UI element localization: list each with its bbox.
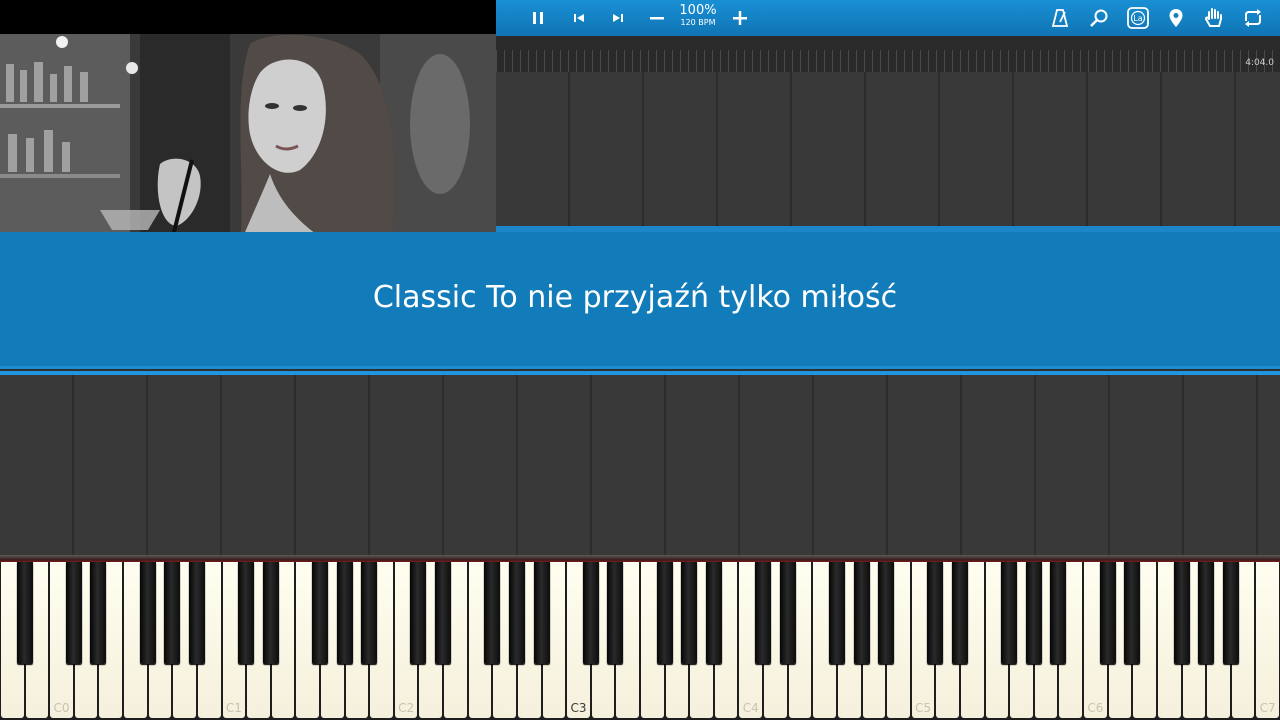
minus-icon	[650, 17, 664, 20]
black-key[interactable]	[188, 562, 205, 664]
lyric-text: Classic To nie przyjaźń tylko miłość	[372, 280, 898, 315]
black-key[interactable]	[1124, 562, 1141, 664]
speed-increase-button[interactable]	[725, 3, 755, 33]
octave-label: C6	[1087, 701, 1104, 715]
loop-icon	[1245, 9, 1261, 27]
black-key[interactable]	[16, 562, 33, 664]
white-key[interactable]: C7	[1256, 562, 1279, 718]
keyboard-top-felt	[0, 555, 1280, 562]
black-key[interactable]	[65, 562, 82, 664]
tempo-bpm: 120 BPM	[680, 18, 716, 27]
note-lanes-lower	[0, 375, 1280, 555]
pause-icon	[533, 12, 543, 24]
black-key[interactable]	[1050, 562, 1067, 664]
song-duration: 4:04.0	[1245, 58, 1274, 68]
lyric-banner: Classic To nie przyjaźń tylko miłość	[0, 232, 1280, 366]
hand-button[interactable]	[1199, 3, 1229, 33]
black-key[interactable]	[878, 562, 895, 664]
timeline-ruler[interactable]: 4:04.0	[496, 36, 1280, 73]
video-frame	[0, 34, 496, 244]
black-key[interactable]	[508, 562, 525, 664]
plus-icon	[733, 11, 747, 25]
black-key[interactable]	[336, 562, 353, 664]
black-key[interactable]	[533, 562, 550, 664]
black-key[interactable]	[435, 562, 452, 664]
black-key[interactable]	[828, 562, 845, 664]
black-key[interactable]	[656, 562, 673, 664]
black-key[interactable]	[90, 562, 107, 664]
speed-display: 100% 120 BPM	[676, 4, 720, 27]
octave-label: C3	[570, 701, 587, 715]
marker-button[interactable]	[1161, 3, 1191, 33]
black-key[interactable]	[262, 562, 279, 664]
hand-icon	[1204, 8, 1222, 27]
black-key[interactable]	[927, 562, 944, 664]
forward-button[interactable]	[603, 3, 633, 33]
black-key[interactable]	[361, 562, 378, 664]
note-lanes-upper	[496, 72, 1280, 226]
loop-button[interactable]	[1238, 3, 1268, 33]
speed-decrease-button[interactable]	[642, 3, 672, 33]
pause-button[interactable]	[523, 3, 553, 33]
black-key[interactable]	[410, 562, 427, 664]
black-key[interactable]	[1001, 562, 1018, 664]
label-icon: La	[1127, 7, 1149, 29]
playback-toolbar: 100% 120 BPM La	[496, 0, 1280, 37]
zoom-button[interactable]	[1084, 3, 1114, 33]
octave-label: C1	[225, 701, 242, 715]
rewind-icon	[574, 14, 584, 22]
black-key[interactable]	[853, 562, 870, 664]
speed-percent: 100%	[679, 3, 717, 18]
black-key[interactable]	[1173, 562, 1190, 664]
black-key[interactable]	[1025, 562, 1042, 664]
black-key[interactable]	[312, 562, 328, 664]
label-button-text: La	[1133, 14, 1142, 23]
timeline-ticks	[496, 50, 1280, 72]
banner-bottom-line	[0, 366, 1280, 375]
video-scene	[0, 34, 496, 244]
forward-icon	[613, 14, 623, 22]
black-key[interactable]	[1099, 562, 1116, 664]
metronome-button[interactable]	[1045, 3, 1075, 33]
piano-keyboard[interactable]: C0 C1 C2 C3 C4 C5 C6 C7	[0, 562, 1280, 720]
black-key[interactable]	[1222, 562, 1239, 664]
black-key[interactable]	[1198, 562, 1215, 664]
black-key[interactable]	[164, 562, 181, 664]
black-key[interactable]	[607, 562, 624, 664]
rewind-button[interactable]	[564, 3, 594, 33]
black-key[interactable]	[681, 562, 698, 664]
octave-label: C4	[742, 701, 759, 715]
black-key[interactable]	[755, 562, 772, 664]
marker-icon	[1169, 9, 1183, 27]
metronome-icon	[1051, 9, 1069, 27]
search-icon	[1090, 9, 1108, 27]
black-key[interactable]	[139, 562, 156, 664]
black-key[interactable]	[238, 562, 255, 664]
black-key[interactable]	[779, 562, 796, 664]
black-key[interactable]	[705, 562, 722, 664]
black-key[interactable]	[582, 562, 599, 664]
octave-label: C5	[915, 701, 932, 715]
octave-label: C7	[1259, 701, 1276, 715]
note-labels-button[interactable]: La	[1123, 3, 1153, 33]
octave-label: C0	[53, 701, 70, 715]
black-key[interactable]	[952, 562, 968, 664]
octave-label: C2	[398, 701, 415, 715]
black-key[interactable]	[484, 562, 501, 664]
